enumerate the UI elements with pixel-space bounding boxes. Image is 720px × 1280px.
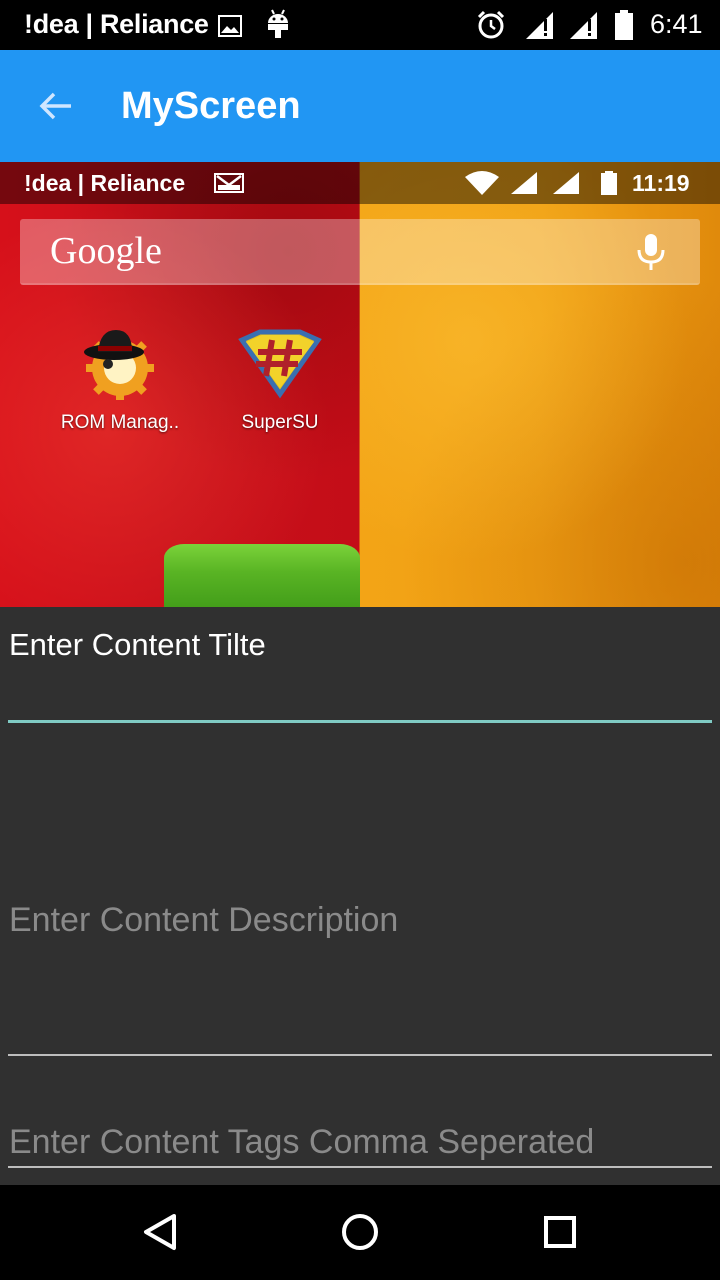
clock: 6:41 — [650, 9, 703, 39]
signal-icon — [568, 10, 598, 44]
content-form: Enter Content Tilte Enter Content Descri… — [0, 607, 720, 1185]
carrier-name: !dea | Reliance — [24, 9, 209, 39]
android-debug-icon — [266, 9, 290, 43]
battery-icon — [614, 10, 634, 44]
tags-input-underline — [8, 1166, 712, 1168]
alarm-icon — [476, 10, 506, 44]
status-bar: !dea | Reliance 6:41 — [0, 0, 720, 50]
signal-icon — [524, 10, 554, 44]
rom-manager-icon — [84, 330, 154, 402]
description-input-underline — [8, 1054, 712, 1056]
app-icon-supersu: SuperSU — [205, 328, 355, 434]
content-title-input[interactable]: Enter Content Tilte — [9, 627, 266, 663]
arrow-back-icon[interactable] — [28, 78, 84, 134]
wifi-icon — [464, 171, 500, 199]
preview-clock: 11:19 — [632, 170, 690, 196]
nav-home-icon[interactable] — [338, 1210, 382, 1254]
microphone-icon — [634, 232, 668, 276]
signal-icon — [510, 171, 538, 199]
title-input-underline — [8, 720, 712, 723]
nav-recents-icon[interactable] — [538, 1210, 582, 1254]
google-search-bar: Google — [20, 219, 700, 285]
battery-icon — [600, 171, 618, 199]
app-label: ROM Manag.. — [60, 412, 180, 433]
preview-carrier-name: !dea | Reliance — [24, 170, 186, 196]
page-title: MyScreen — [121, 85, 301, 127]
gallery-icon — [218, 15, 242, 41]
app-bar: MyScreen — [0, 50, 720, 162]
green-pipe-graphic — [164, 544, 360, 607]
signal-icon — [552, 171, 580, 199]
supersu-icon — [238, 329, 322, 399]
google-logo: Google — [50, 230, 162, 272]
content-tags-input[interactable]: Enter Content Tags Comma Seperated — [9, 1123, 594, 1162]
mail-icon — [214, 173, 244, 197]
content-description-input[interactable]: Enter Content Description — [9, 901, 398, 940]
navigation-bar — [0, 1185, 720, 1280]
app-label: SuperSU — [241, 412, 319, 433]
preview-status-bar: !dea | Reliance 11:19 — [0, 162, 720, 204]
image-preview[interactable]: !dea | Reliance 11:19 Google ROM Manag..… — [0, 162, 720, 607]
app-icon-rom-manager: ROM Manag.. — [45, 328, 195, 434]
nav-back-icon[interactable] — [140, 1210, 184, 1254]
